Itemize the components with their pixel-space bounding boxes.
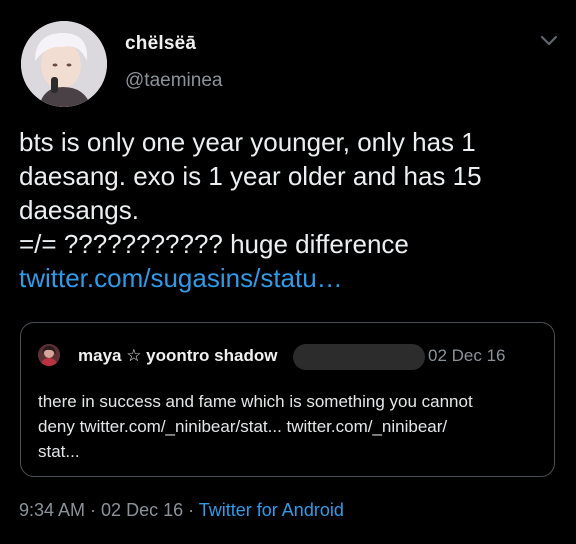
tweet-text-line: bts is only one year younger, only has 1: [19, 127, 476, 157]
quoted-text: there in success and fame which is somet…: [38, 389, 543, 464]
meta-separator: ·: [85, 500, 102, 520]
display-name[interactable]: chëlsëā: [125, 33, 196, 55]
quoted-text-line: stat...: [38, 442, 80, 461]
chevron-down-icon[interactable]: [536, 30, 562, 52]
user-handle[interactable]: @taeminea: [125, 70, 222, 92]
quoted-text-line: there in success and fame which is somet…: [38, 392, 473, 411]
quoted-date: 02 Dec 16: [428, 346, 506, 365]
quoted-display-name: maya ☆ yoontro shadow: [78, 346, 278, 365]
tweet-date: 02 Dec 16: [101, 500, 184, 520]
tweet-text: bts is only one year younger, only has 1…: [19, 125, 564, 295]
quoted-tweet-card[interactable]: maya ☆ yoontro shadow 02 Dec 16 there in…: [20, 322, 555, 477]
tweet-detail: chëlsëā @taeminea bts is only one year y…: [0, 0, 576, 544]
profile-avatar[interactable]: [21, 21, 107, 107]
tweet-source-link[interactable]: Twitter for Android: [199, 500, 344, 520]
avatar-image: [21, 21, 107, 107]
quoted-text-line: deny twitter.com/_ninibear/stat... twitt…: [38, 417, 448, 436]
tweet-text-line: daesangs.: [19, 195, 139, 225]
tweet-metadata: 9:34 AM · 02 Dec 16 · Twitter for Androi…: [19, 500, 344, 521]
redacted-handle: [293, 344, 425, 370]
tweet-text-line: daesang. exo is 1 year older and has 15: [19, 161, 482, 191]
tweet-text-line: =/= ??????????? huge difference: [19, 229, 409, 259]
meta-separator: ·: [183, 500, 199, 520]
tweet-link[interactable]: twitter.com/sugasins/statu…: [19, 261, 564, 295]
tweet-time: 9:34 AM: [19, 500, 86, 520]
quoted-avatar: [38, 344, 60, 366]
